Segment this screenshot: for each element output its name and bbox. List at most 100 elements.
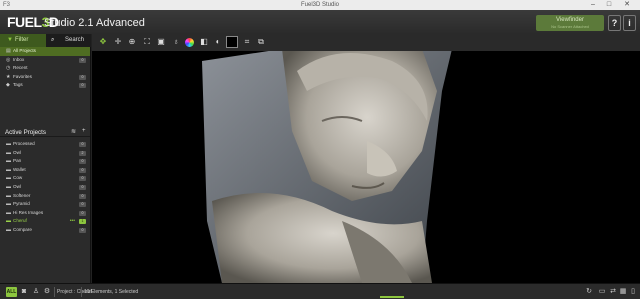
count-badge: 0 (79, 74, 86, 80)
scan-model-render (202, 51, 452, 283)
color-wheel-icon[interactable] (185, 37, 194, 47)
nav-item-tags[interactable]: ◆ Tags 0 (0, 81, 90, 90)
crop-icon[interactable]: ⌗ (241, 36, 253, 48)
camera-icon[interactable]: ◙ (19, 287, 29, 297)
project-item[interactable]: ▬ Pan 0 (0, 157, 90, 166)
count-badge: 1 (79, 219, 86, 225)
help-button[interactable]: ? (608, 15, 621, 31)
status-bar: ALL ◙ ♙ ⚙ Project : Cheruf 10 Elements, … (0, 283, 640, 299)
folder-icon: ▬ (6, 209, 11, 216)
viewfinder-button[interactable]: Viewfinder No Scanner Attached (536, 15, 604, 31)
nav-item-all-projects[interactable]: ▤ All Projects (0, 47, 90, 56)
magnifier-icon: ⌕ (51, 37, 55, 43)
viewfinder-sub: No Scanner Attached (551, 24, 589, 29)
sidebar-tabs: ▼ Filter ⌕ Search (0, 34, 91, 47)
folder-icon: ▬ (6, 175, 11, 182)
tab-filter[interactable]: ▼ Filter (0, 34, 46, 47)
count-badge: 0 (79, 83, 86, 89)
clock-icon: ◷ (6, 65, 11, 72)
brand-title: Studio 2.1 Advanced (44, 17, 145, 29)
count-badge: 0 (79, 167, 86, 173)
count-badge: 0 (79, 176, 86, 182)
project-item[interactable]: ▬ Hi Res Images 0 (0, 209, 90, 218)
folder-icon: ▬ (6, 158, 11, 165)
folder-icon: ▬ (6, 192, 11, 199)
cube-icon[interactable]: ◧ (198, 36, 210, 48)
add-project-icon[interactable]: + (82, 128, 86, 134)
window-title: Fuel3D Studio (300, 2, 340, 8)
folder-icon: ▤ (6, 48, 11, 54)
tag-icon: ◆ (6, 82, 10, 89)
refresh-icon[interactable]: ↻ (584, 287, 594, 297)
zoom-icon[interactable]: ⊕ (126, 36, 138, 48)
tab-search[interactable]: ⌕ Search (46, 34, 91, 47)
activity-indicator (380, 296, 404, 298)
info-button[interactable]: i (623, 15, 636, 31)
count-badge: 0 (79, 227, 86, 233)
nav-list: ▤ All Projects ◎ Inbox 0 ◷ Recent ★ Favorite… (0, 47, 90, 90)
folder-icon: ▬ (6, 218, 11, 225)
folder-icon: ▬ (6, 166, 11, 173)
selection-status: 10 Elements, 1 Selected (84, 289, 139, 295)
gear-icon[interactable]: ⚙ (42, 287, 52, 297)
close-icon[interactable]: ✕ (620, 0, 634, 10)
project-item[interactable]: ▬ Owl 2 (0, 149, 90, 158)
star-icon: ★ (6, 73, 11, 80)
fit-icon[interactable]: ⛶ (141, 36, 153, 48)
delete-icon[interactable]: ▯ (628, 287, 638, 297)
project-item[interactable]: ▬ Compare 0 (0, 226, 90, 235)
monitor-icon[interactable]: ▭ (597, 287, 607, 297)
folder-icon: ▬ (6, 149, 11, 156)
share-icon[interactable]: ⇄ (608, 287, 618, 297)
nav-item-recent[interactable]: ◷ Recent (0, 64, 90, 73)
export-icon[interactable]: ⧉ (255, 36, 267, 48)
count-badge: 0 (79, 141, 86, 147)
app-window: F3 Fuel3D Studio – □ ✕ FUEL3D Studio 2.1… (0, 0, 640, 299)
3d-viewport[interactable] (92, 51, 640, 283)
count-badge: 0 (79, 193, 86, 199)
background-icon[interactable] (226, 36, 238, 48)
funnel-icon: ▼ (7, 37, 13, 43)
count-badge: 0 (79, 202, 86, 208)
count-badge: 2 (79, 150, 86, 156)
count-badge: 0 (79, 57, 86, 63)
count-badge: 0 (79, 159, 86, 165)
all-filter-button[interactable]: ALL (6, 287, 17, 297)
folder-icon: ▬ (6, 226, 11, 233)
pan-icon[interactable]: ✛ (112, 36, 124, 48)
nav-item-favorites[interactable]: ★ Favorites 0 (0, 73, 90, 82)
folder-icon: ▬ (6, 140, 11, 147)
frame-icon[interactable]: ▣ (155, 36, 167, 48)
project-item[interactable]: ▬ Processed 0 (0, 140, 90, 149)
title-bar: F3 Fuel3D Studio – □ ✕ (0, 0, 640, 10)
folder-icon: ▬ (6, 183, 11, 190)
view-toolbar: ✥ ✛ ⊕ ⛶ ▣ ♁ ◧ ◐ ⌗ ⧉ (92, 34, 640, 51)
light-icon[interactable]: ♁ (170, 36, 182, 48)
inbox-icon: ◎ (6, 56, 11, 63)
wifi-icon[interactable]: ≋ (71, 128, 76, 135)
contrast-icon[interactable]: ◐ (212, 36, 224, 48)
sidebar: ▼ Filter ⌕ Search ▤ All Projects ◎ Inbox 0 ◷… (0, 34, 91, 283)
active-projects-header: Active Projects ≋ + (0, 127, 90, 137)
active-projects-title: Active Projects (5, 128, 46, 136)
viewfinder-label: Viewfinder (556, 17, 584, 23)
project-item[interactable]: ▬ Wallet 0 (0, 166, 90, 175)
divider (54, 287, 55, 297)
count-badge: 0 (79, 184, 86, 190)
project-list: ▬ Processed 0 ▬ Owl 2 ▬ Pan 0 ▬ Wallet 0 ▬ Cow 0 ▬… (0, 137, 90, 235)
count-badge: 0 (79, 210, 86, 216)
project-item[interactable]: ▬ Cow 0 (0, 174, 90, 183)
nav-item-inbox[interactable]: ◎ Inbox 0 (0, 56, 90, 65)
minimize-icon[interactable]: – (586, 0, 600, 10)
grid-icon[interactable]: ▦ (618, 287, 628, 297)
project-item[interactable]: ▬ Pyramid 0 (0, 200, 90, 209)
person-icon[interactable]: ♙ (31, 287, 41, 297)
maximize-icon[interactable]: □ (602, 0, 616, 10)
folder-icon: ▬ (6, 201, 11, 208)
move-icon[interactable]: ✥ (97, 36, 109, 48)
project-item[interactable]: ▬ Softener 0 (0, 192, 90, 201)
project-item[interactable]: ▬ Owl 0 (0, 183, 90, 192)
divider (81, 287, 82, 297)
more-dots-icon[interactable]: ••• (70, 217, 75, 226)
project-item-cheruf[interactable]: ▬ Cheruf ••• 1 (0, 217, 90, 226)
